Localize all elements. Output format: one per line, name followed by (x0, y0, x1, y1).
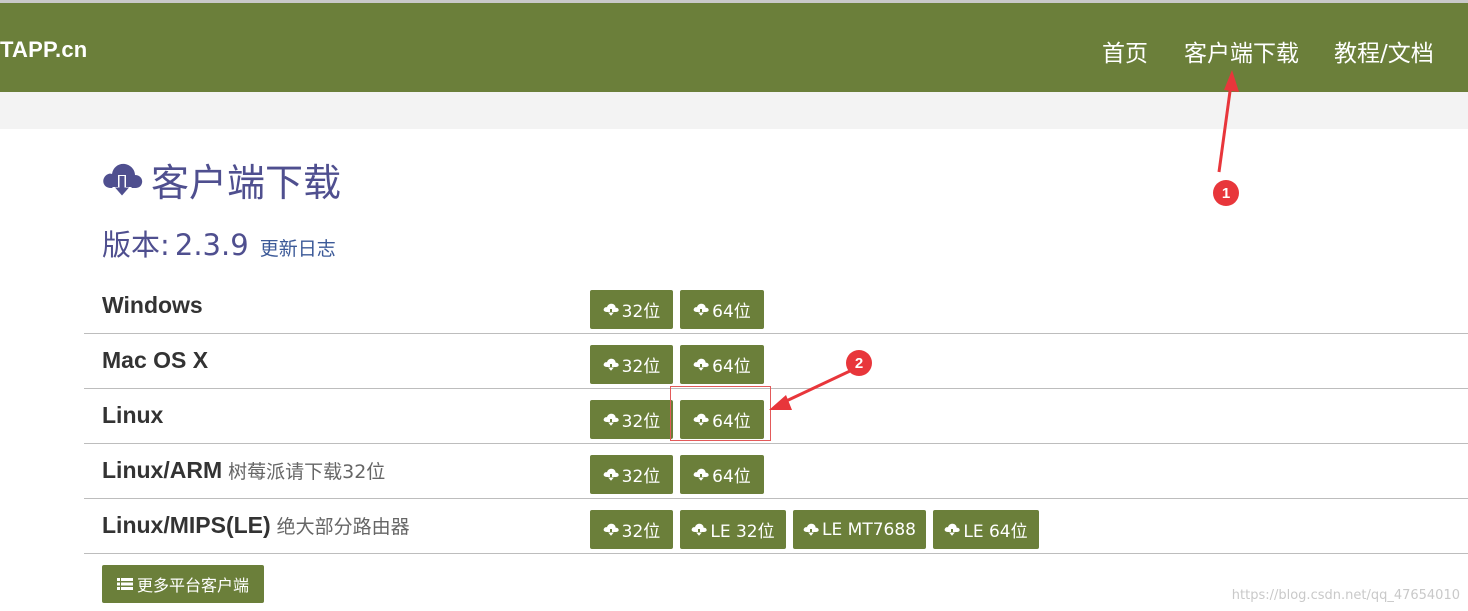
cloud-download-icon (603, 523, 619, 536)
button-label: 64位 (712, 357, 751, 377)
breadcrumb-band (0, 92, 1468, 129)
page-heading: 客户端下载 (101, 154, 342, 205)
button-label: 32位 (621, 302, 661, 322)
button-label: 32位 (621, 522, 661, 542)
more-platforms-button[interactable]: 更多平台客户端 (102, 565, 264, 603)
platform-name-text: Windows (102, 292, 203, 318)
button-label: LE 64位 (963, 522, 1028, 542)
page-title: 客户端下载 (151, 160, 342, 205)
download-button-32[interactable]: 32位 (590, 455, 673, 494)
cloud-download-icon (603, 413, 619, 426)
watermark: https://blog.csdn.net/qq_47654010 (1231, 588, 1460, 603)
download-button-64[interactable]: 64位 (680, 345, 764, 384)
platform-name: Linux/ARM 树莓派请下载32位 (102, 457, 385, 484)
navbar: TAPP.cn 首页 客户端下载 教程/文档 (0, 3, 1468, 92)
button-label: 32位 (621, 357, 661, 377)
download-button-32[interactable]: 32位 (590, 400, 673, 439)
cloud-download-icon (103, 163, 143, 198)
platform-row-linux-mips: Linux/MIPS(LE) 绝大部分路由器 32位 LE 32位 LE MT76… (84, 498, 1468, 554)
button-label: 32位 (621, 412, 661, 432)
list-icon (116, 578, 133, 590)
annotation-highlight-box (670, 386, 771, 441)
platform-note: 树莓派请下载32位 (228, 461, 386, 483)
button-label: 64位 (712, 302, 751, 322)
changelog-link[interactable]: 更新日志 (260, 238, 336, 260)
button-label: LE 32位 (710, 522, 775, 542)
platform-row-linux: Linux 32位 64位 (84, 388, 1468, 444)
download-button-64[interactable]: 64位 (680, 290, 764, 329)
platform-name-text: Linux/MIPS(LE) (102, 512, 271, 538)
download-button-le64[interactable]: LE 64位 (933, 510, 1039, 549)
platform-row-windows: Windows 32位 64位 (84, 278, 1468, 334)
platform-name-text: Linux (102, 402, 164, 428)
cloud-download-icon (803, 523, 819, 536)
download-button-32[interactable]: 32位 (590, 510, 673, 549)
button-label: 64位 (712, 467, 751, 487)
annotation-marker-2: 2 (846, 350, 872, 376)
version-info: 版本: 2.3.9 更新日志 (102, 222, 336, 264)
download-button-32[interactable]: 32位 (590, 345, 673, 384)
platform-name: Mac OS X (102, 347, 208, 374)
brand-logo[interactable]: TAPP.cn (0, 37, 87, 63)
platform-name: Linux (102, 402, 163, 429)
platform-name: Linux/MIPS(LE) 绝大部分路由器 (102, 512, 410, 539)
nav-item-client-download[interactable]: 客户端下载 (1184, 34, 1299, 68)
more-platforms-label: 更多平台客户端 (136, 576, 249, 595)
button-label: LE MT7688 (822, 519, 916, 540)
cloud-download-icon (603, 303, 619, 316)
cloud-download-icon (945, 523, 961, 536)
annotation-marker-1: 1 (1213, 180, 1239, 206)
platform-note: 绝大部分路由器 (276, 516, 410, 538)
cloud-download-icon (693, 303, 709, 316)
download-button-64[interactable]: 64位 (680, 455, 764, 494)
button-label: 32位 (621, 467, 661, 487)
download-button-le32[interactable]: LE 32位 (680, 510, 786, 549)
platform-name-text: Linux/ARM (102, 457, 223, 483)
platform-row-linux-arm: Linux/ARM 树莓派请下载32位 32位 64位 (84, 443, 1468, 499)
cloud-download-icon (603, 358, 619, 371)
cloud-download-icon (693, 468, 709, 481)
nav-item-home[interactable]: 首页 (1102, 34, 1148, 68)
version-label: 版本: (102, 228, 170, 262)
cloud-download-icon (692, 523, 708, 536)
cloud-download-icon (603, 468, 619, 481)
platform-name: Windows (102, 292, 203, 319)
cloud-download-icon (693, 358, 709, 371)
download-button-le-mt7688[interactable]: LE MT7688 (793, 510, 926, 549)
download-button-32[interactable]: 32位 (590, 290, 673, 329)
version-number: 2.3.9 (174, 228, 249, 262)
platform-row-macos: Mac OS X 32位 64位 (84, 333, 1468, 389)
nav-item-docs[interactable]: 教程/文档 (1334, 34, 1434, 68)
platform-name-text: Mac OS X (102, 347, 209, 373)
